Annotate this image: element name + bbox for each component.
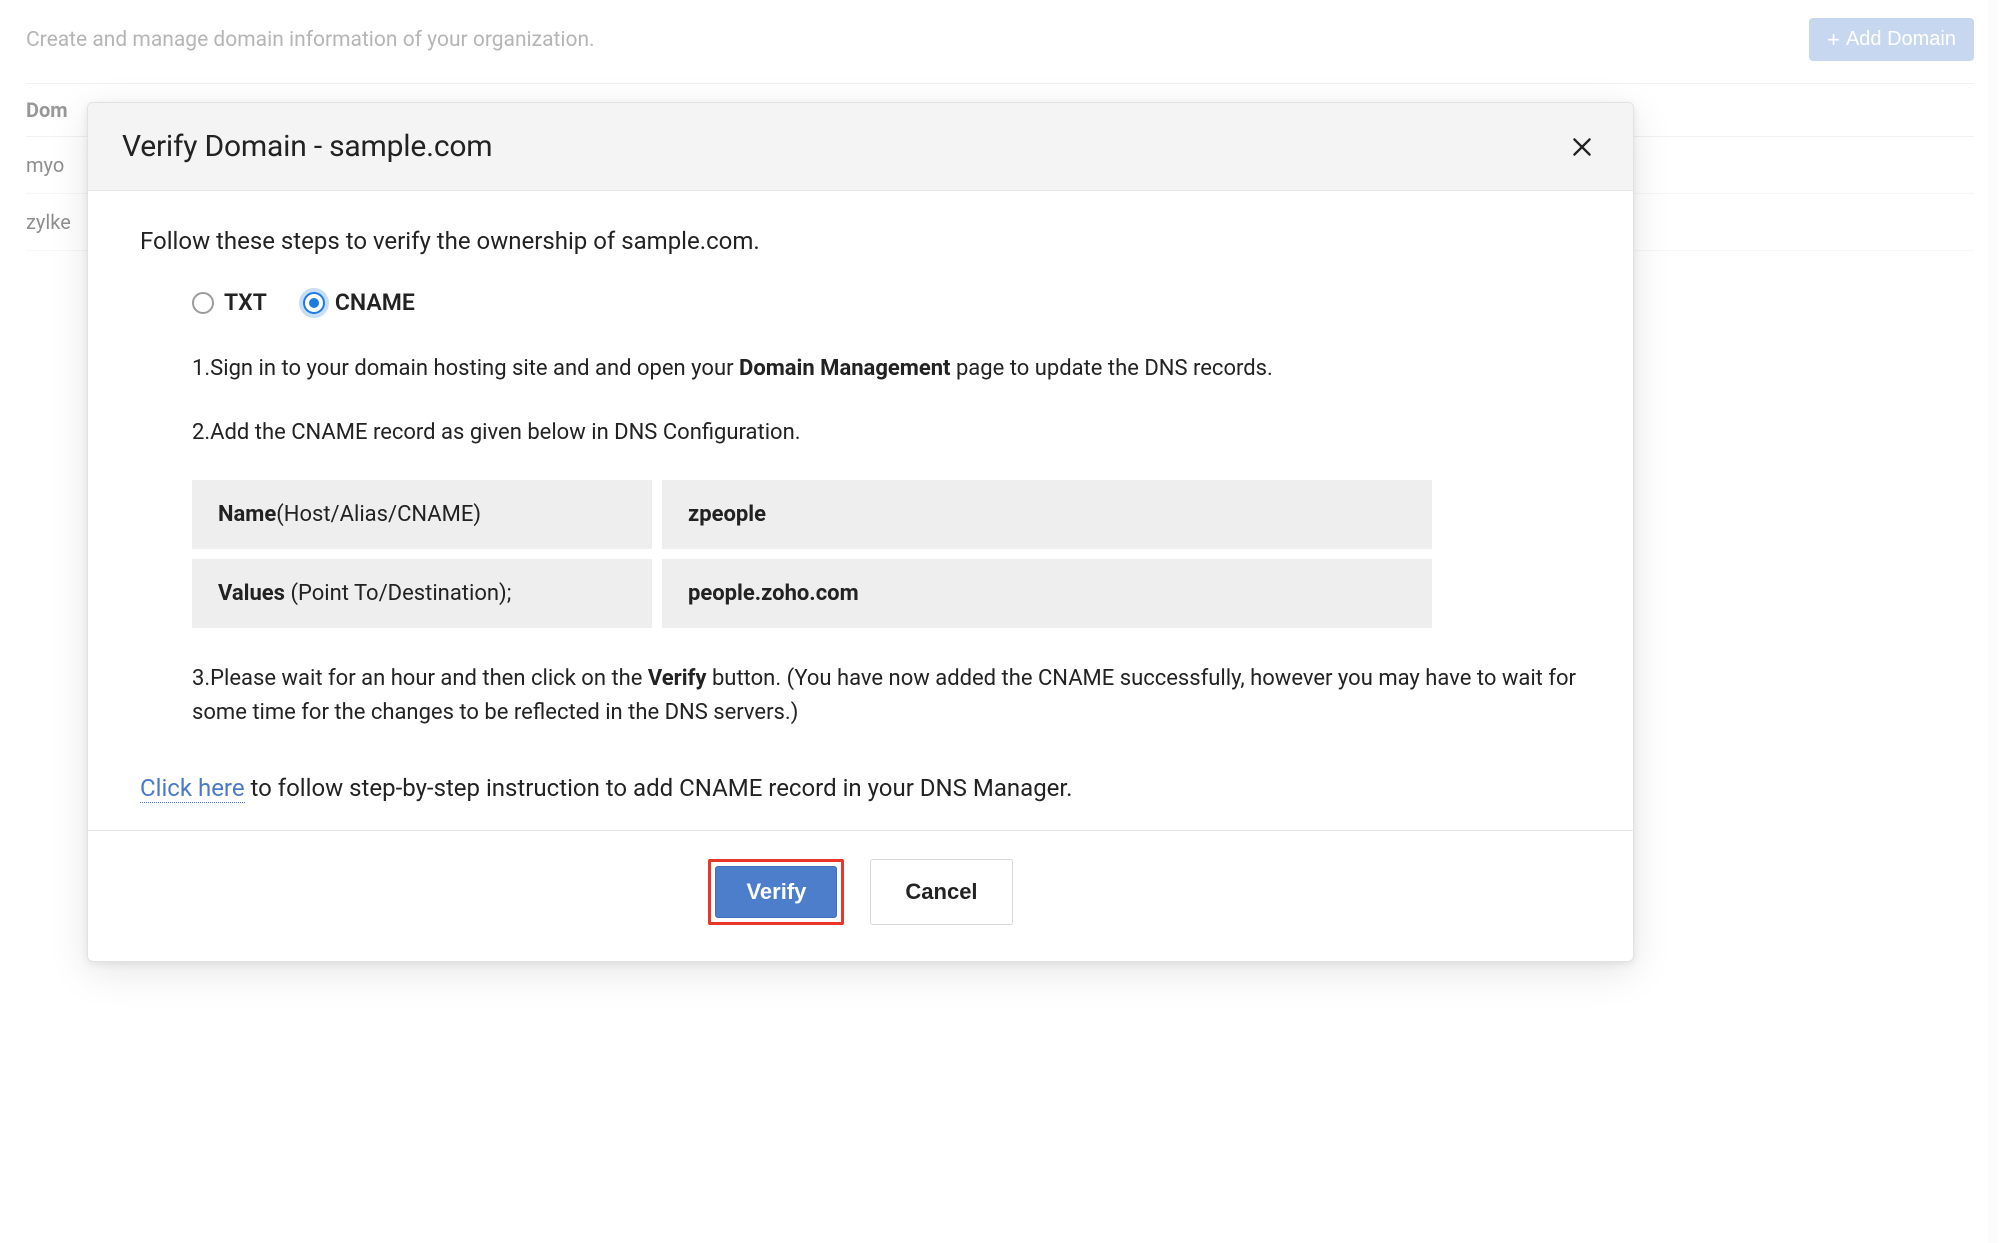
verify-highlight-box: Verify bbox=[708, 859, 844, 925]
modal-body: Follow these steps to verify the ownersh… bbox=[88, 191, 1633, 830]
step-3: 3.Please wait for an hour and then click… bbox=[192, 662, 1581, 730]
helper-line: Click here to follow step-by-step instru… bbox=[140, 774, 1581, 802]
helper-rest: to follow step-by-step instruction to ad… bbox=[245, 774, 1073, 802]
intro-text: Follow these steps to verify the ownersh… bbox=[140, 227, 1581, 255]
step1-pre: 1.Sign in to your domain hosting site an… bbox=[192, 356, 739, 381]
record-type-radios: TXT CNAME bbox=[192, 289, 1581, 316]
close-icon bbox=[1569, 134, 1595, 160]
radio-cname[interactable]: CNAME bbox=[303, 289, 415, 316]
dns-values-value-cell: people.zoho.com bbox=[662, 559, 1432, 628]
dns-name-label-strong: Name bbox=[218, 502, 276, 527]
dns-values-label-cell: Values (Point To/Destination); bbox=[192, 559, 652, 628]
dns-values-label-strong: Values bbox=[218, 581, 285, 606]
radio-icon bbox=[192, 292, 214, 314]
dns-name-label-rest: (Host/Alias/CNAME) bbox=[276, 502, 481, 527]
modal-footer: Verify Cancel bbox=[88, 830, 1633, 961]
step-2: 2.Add the CNAME record as given below in… bbox=[192, 416, 1581, 450]
bg-description: Create and manage domain information of … bbox=[26, 28, 595, 52]
close-button[interactable] bbox=[1565, 130, 1599, 164]
radio-txt[interactable]: TXT bbox=[192, 289, 267, 316]
scrollbar-hint bbox=[1988, 0, 1998, 1243]
step-1: 1.Sign in to your domain hosting site an… bbox=[192, 352, 1581, 386]
add-domain-label: Add Domain bbox=[1846, 28, 1956, 51]
verify-button[interactable]: Verify bbox=[715, 866, 837, 918]
dns-table: Name(Host/Alias/CNAME) zpeople Values (P… bbox=[192, 480, 1432, 628]
plus-icon: + bbox=[1827, 29, 1840, 51]
step3-bold: Verify bbox=[648, 666, 707, 691]
dns-name-value-cell: zpeople bbox=[662, 480, 1432, 549]
modal-title: Verify Domain - sample.com bbox=[122, 129, 492, 164]
step1-post: page to update the DNS records. bbox=[951, 356, 1273, 381]
add-domain-button[interactable]: + Add Domain bbox=[1809, 18, 1974, 61]
modal-header: Verify Domain - sample.com bbox=[88, 103, 1633, 191]
verify-domain-modal: Verify Domain - sample.com Follow these … bbox=[87, 102, 1634, 962]
radio-icon bbox=[303, 292, 325, 314]
radio-cname-label: CNAME bbox=[335, 289, 415, 316]
step1-bold: Domain Management bbox=[739, 356, 950, 381]
click-here-link[interactable]: Click here bbox=[140, 774, 245, 803]
dns-name-label-cell: Name(Host/Alias/CNAME) bbox=[192, 480, 652, 549]
cancel-button[interactable]: Cancel bbox=[870, 859, 1012, 925]
radio-txt-label: TXT bbox=[224, 289, 267, 316]
dns-values-label-rest: (Point To/Destination); bbox=[285, 581, 511, 606]
step3-pre: 3.Please wait for an hour and then click… bbox=[192, 666, 648, 691]
bg-topbar: Create and manage domain information of … bbox=[26, 0, 1974, 83]
